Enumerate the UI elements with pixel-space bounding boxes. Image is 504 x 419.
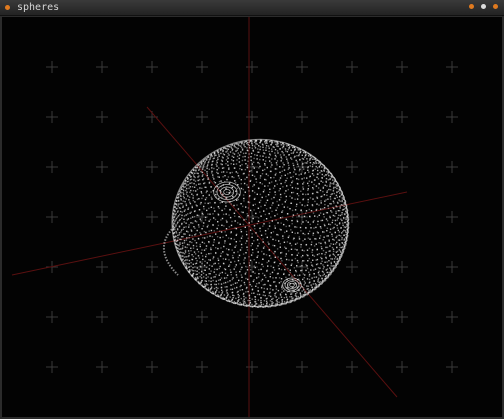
grid-marker: [146, 361, 158, 373]
grid-markers: [46, 61, 458, 373]
sphere-lobe: [163, 226, 179, 276]
grid-marker: [446, 111, 458, 123]
scene-canvas[interactable]: [2, 17, 502, 417]
grid-marker: [296, 61, 308, 73]
grid-marker: [96, 361, 108, 373]
grid-marker: [146, 161, 158, 173]
grid-marker: [296, 361, 308, 373]
grid-marker: [46, 361, 58, 373]
grid-marker: [146, 261, 158, 273]
window-menu-icon[interactable]: [5, 5, 10, 10]
app-window: spheres: [0, 0, 504, 419]
grid-marker: [246, 61, 258, 73]
grid-marker: [46, 111, 58, 123]
grid-marker: [146, 211, 158, 223]
grid-marker: [246, 311, 258, 323]
grid-marker: [346, 161, 358, 173]
grid-marker: [96, 161, 108, 173]
grid-marker: [96, 111, 108, 123]
grid-marker: [346, 361, 358, 373]
grid-marker: [446, 361, 458, 373]
grid-marker: [96, 211, 108, 223]
grid-marker: [346, 61, 358, 73]
close-icon[interactable]: [493, 4, 498, 9]
axis-diagonal-b: [146, 106, 398, 398]
grid-marker: [96, 61, 108, 73]
grid-marker: [146, 61, 158, 73]
grid-marker: [396, 261, 408, 273]
grid-marker: [246, 111, 258, 123]
grid-marker: [196, 311, 208, 323]
grid-marker: [196, 111, 208, 123]
grid-marker: [346, 311, 358, 323]
grid-marker: [396, 211, 408, 223]
grid-marker: [446, 311, 458, 323]
grid-marker: [96, 311, 108, 323]
grid-marker: [396, 61, 408, 73]
grid-marker: [246, 361, 258, 373]
grid-marker: [196, 61, 208, 73]
grid-marker: [96, 261, 108, 273]
maximize-icon[interactable]: [481, 4, 486, 9]
grid-marker: [396, 361, 408, 373]
grid-marker: [46, 211, 58, 223]
grid-marker: [296, 111, 308, 123]
grid-marker: [46, 61, 58, 73]
grid-marker: [396, 111, 408, 123]
grid-marker: [46, 311, 58, 323]
grid-marker: [196, 361, 208, 373]
grid-marker: [446, 61, 458, 73]
grid-marker: [146, 311, 158, 323]
minimize-icon[interactable]: [469, 4, 474, 9]
grid-marker: [296, 311, 308, 323]
render-viewport[interactable]: [2, 17, 502, 417]
grid-marker: [396, 161, 408, 173]
grid-marker: [446, 211, 458, 223]
title-bar[interactable]: spheres: [0, 0, 504, 16]
grid-marker: [346, 261, 358, 273]
sphere-pole-bottom: [289, 282, 295, 288]
window-title: spheres: [17, 2, 60, 13]
grid-marker: [396, 311, 408, 323]
grid-marker: [346, 111, 358, 123]
grid-marker: [446, 161, 458, 173]
grid-marker: [46, 161, 58, 173]
grid-marker: [446, 261, 458, 273]
